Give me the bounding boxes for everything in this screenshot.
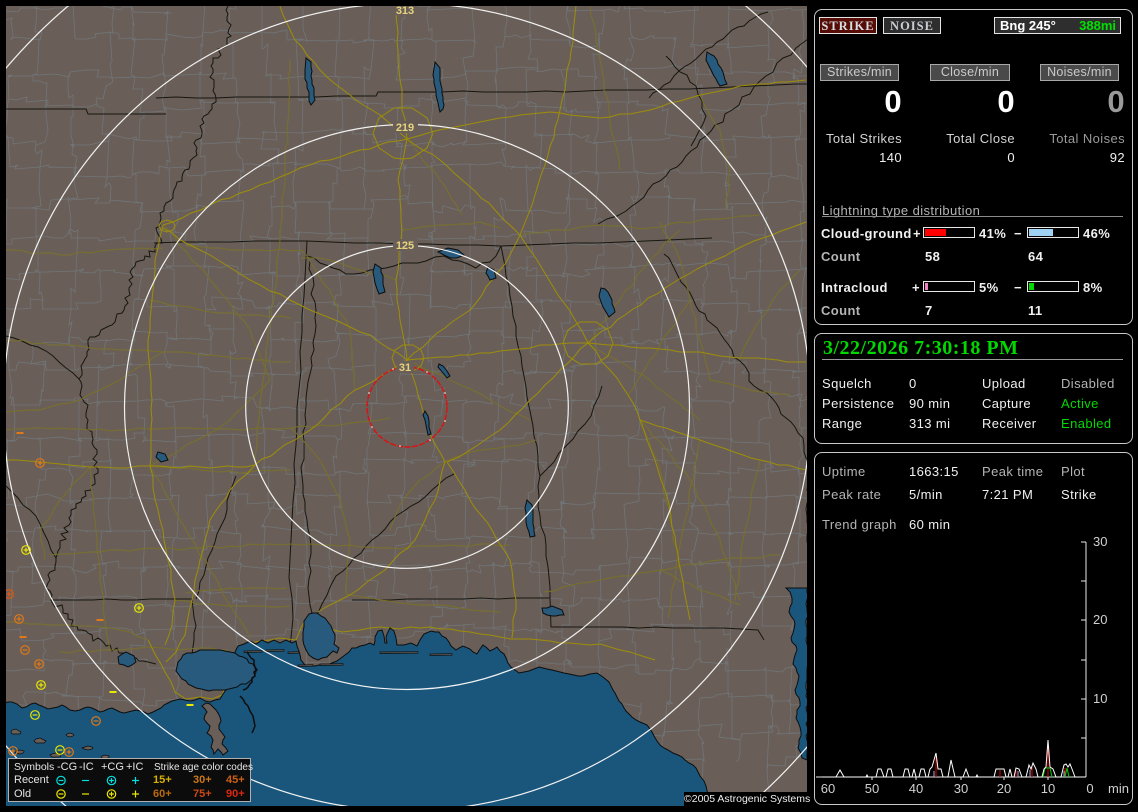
svg-text:min: min bbox=[1108, 781, 1129, 796]
svg-text:60: 60 bbox=[821, 781, 835, 796]
svg-text:40: 40 bbox=[909, 781, 923, 796]
svg-text:10: 10 bbox=[1093, 691, 1107, 706]
svg-text:0: 0 bbox=[1086, 781, 1093, 796]
svg-text:20: 20 bbox=[997, 781, 1011, 796]
svg-text:313: 313 bbox=[396, 6, 414, 17]
svg-text:125: 125 bbox=[396, 240, 414, 252]
svg-text:219: 219 bbox=[396, 122, 414, 134]
svg-text:31: 31 bbox=[399, 362, 411, 374]
svg-text:10: 10 bbox=[1041, 781, 1055, 796]
svg-text:30: 30 bbox=[954, 781, 968, 796]
svg-text:20: 20 bbox=[1093, 612, 1107, 627]
svg-text:30: 30 bbox=[1093, 534, 1107, 549]
svg-text:50: 50 bbox=[865, 781, 879, 796]
